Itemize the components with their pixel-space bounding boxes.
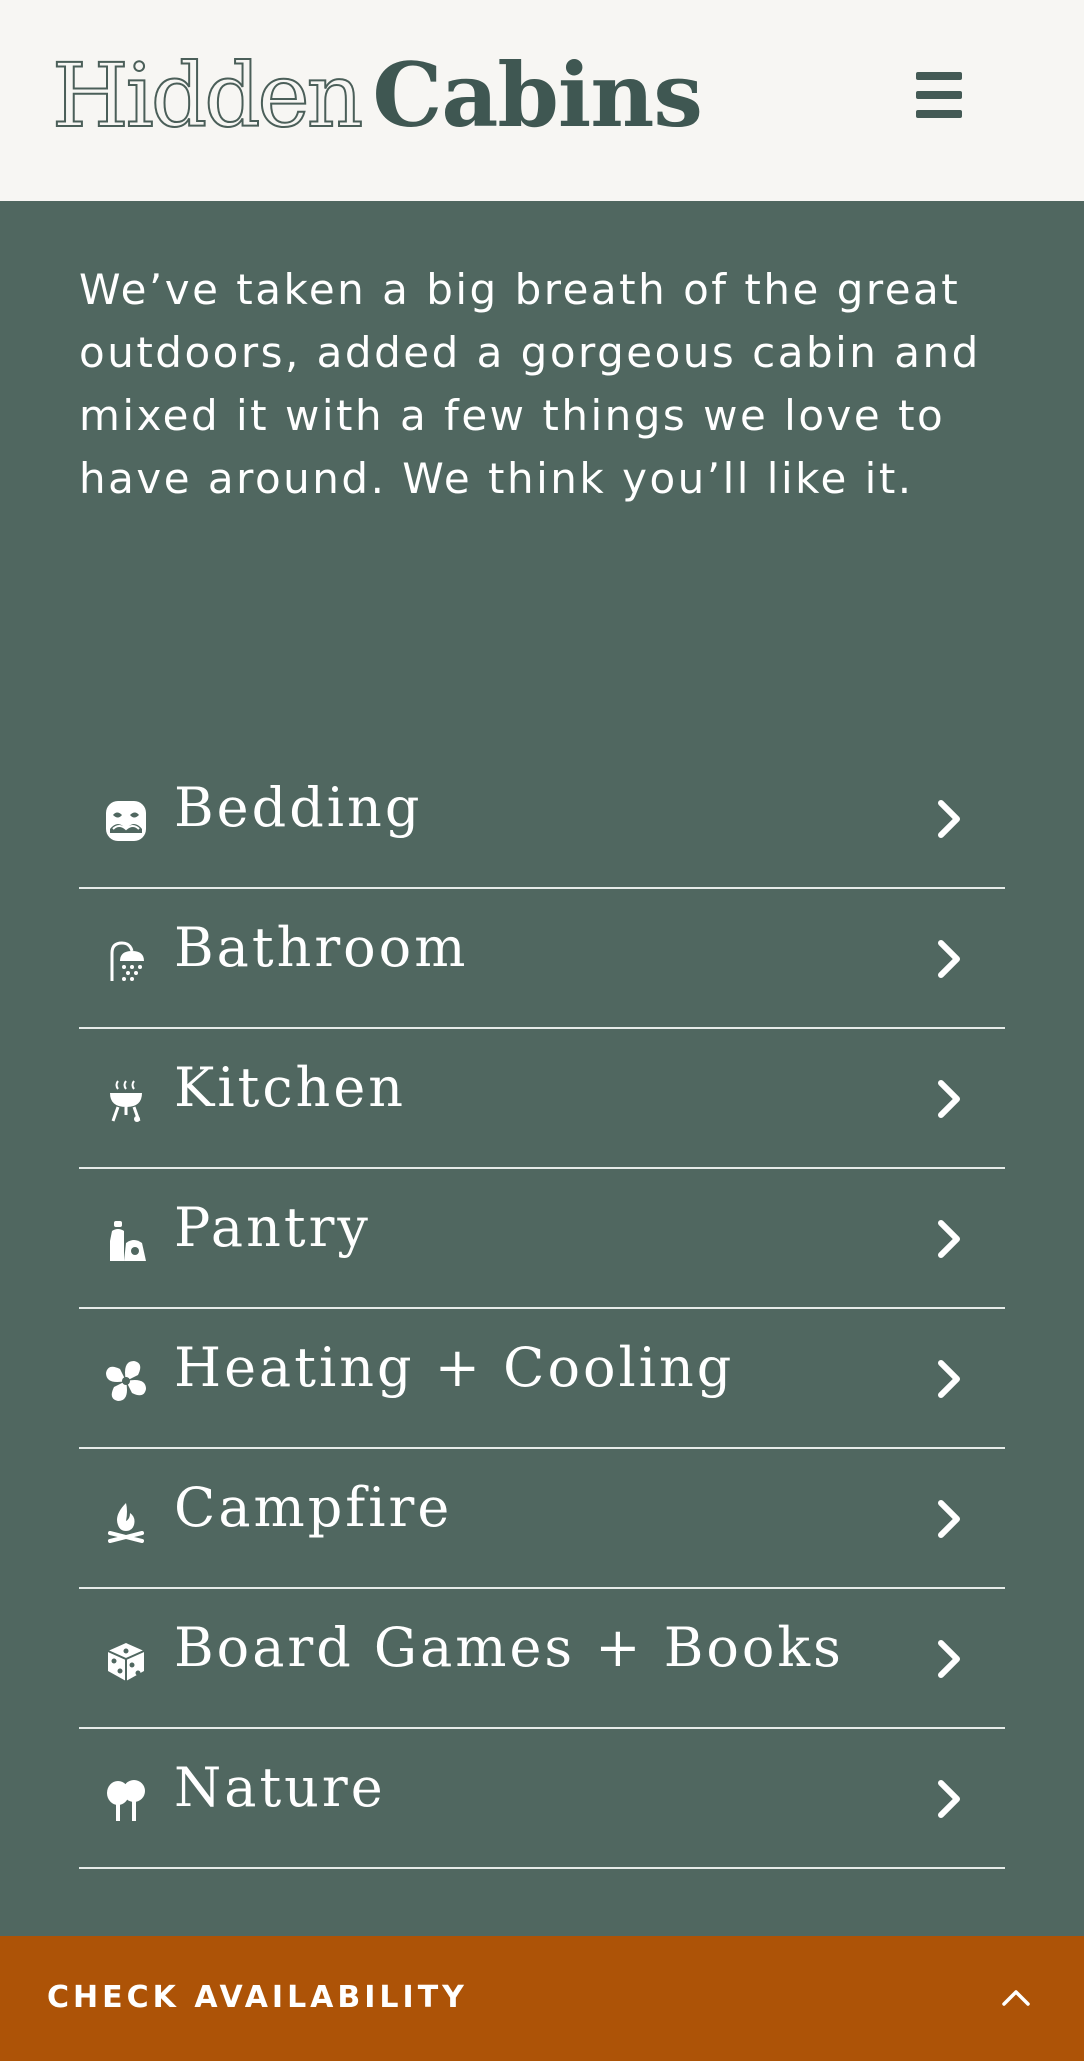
amenity-bathroom[interactable]: Bathroom — [79, 889, 1005, 1029]
campfire-icon — [108, 1503, 144, 1543]
check-availability-label: CHECK AVAILABILITY — [47, 1980, 468, 2015]
intro-text: We’ve taken a big breath of the great ou… — [79, 265, 981, 503]
chevron-right-icon — [938, 940, 960, 978]
amenity-label: Bathroom — [174, 916, 469, 979]
amenity-label: Kitchen — [174, 1056, 407, 1119]
fan-icon — [106, 1361, 146, 1401]
chevron-right-icon — [938, 1780, 960, 1818]
grill-icon — [110, 1080, 142, 1122]
hamburger-menu-icon[interactable] — [912, 70, 966, 120]
chevron-right-icon — [938, 800, 960, 838]
amenity-label: Heating + Cooling — [174, 1336, 735, 1399]
amenity-campfire[interactable]: Campfire — [79, 1449, 1005, 1589]
chevron-right-icon — [938, 1360, 960, 1398]
dice-icon — [107, 1643, 145, 1681]
chevron-right-icon — [938, 1080, 960, 1118]
site-header: Hidden Cabins — [0, 0, 1084, 201]
amenity-heating-cooling[interactable]: Heating + Cooling — [79, 1309, 1005, 1449]
amenity-bedding[interactable]: Bedding — [79, 749, 1005, 889]
amenities-list: Bedding Bathroom Kitchen Pantry Heating … — [79, 749, 1005, 1869]
amenity-kitchen[interactable]: Kitchen — [79, 1029, 1005, 1169]
amenity-board-games-books[interactable]: Board Games + Books — [79, 1589, 1005, 1729]
site-logo[interactable]: Hidden Cabins — [51, 40, 703, 150]
condiments-icon — [110, 1221, 146, 1261]
trees-icon — [107, 1780, 145, 1821]
chevron-right-icon — [938, 1640, 960, 1678]
bedding-icon — [106, 801, 146, 841]
chevron-right-icon — [938, 1500, 960, 1538]
amenity-label: Bedding — [174, 776, 423, 839]
amenity-nature[interactable]: Nature — [79, 1729, 1005, 1869]
amenity-pantry[interactable]: Pantry — [79, 1169, 1005, 1309]
amenity-label: Pantry — [174, 1196, 371, 1259]
chevron-right-icon — [938, 1220, 960, 1258]
amenity-label: Nature — [174, 1756, 386, 1819]
chevron-up-icon[interactable] — [998, 1984, 1034, 2010]
amenity-label: Campfire — [174, 1476, 453, 1539]
shower-icon — [110, 941, 144, 981]
amenity-label: Board Games + Books — [174, 1616, 844, 1679]
logo-hidden-text: Hidden — [51, 43, 364, 148]
logo-cabins-text: Cabins — [372, 43, 703, 147]
check-availability-bar[interactable]: CHECK AVAILABILITY — [0, 1936, 1084, 2061]
